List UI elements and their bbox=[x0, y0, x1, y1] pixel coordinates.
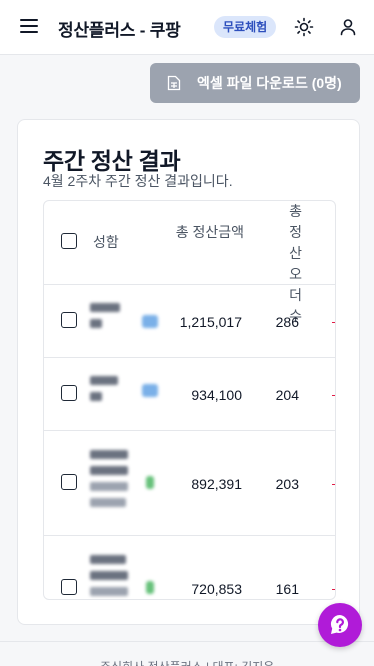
footer: 주식회사 정산플러스 | 대표: 김지윤 bbox=[0, 641, 374, 666]
row-checkbox[interactable] bbox=[61, 312, 77, 328]
blurred-icon bbox=[142, 315, 158, 328]
help-button[interactable] bbox=[318, 603, 362, 647]
negative-mark bbox=[332, 484, 335, 485]
row-checkbox[interactable] bbox=[61, 474, 77, 490]
row-checkbox[interactable] bbox=[61, 385, 77, 401]
weekly-settlement-card: 주간 정산 결과 4월 2주차 주간 정산 결과입니다. 성함 총 정산금액 총… bbox=[17, 119, 360, 625]
table-header: 성함 총 정산금액 총 정산 오더 수 bbox=[44, 201, 335, 324]
orders-cell: 203 bbox=[275, 476, 299, 492]
menu-icon[interactable] bbox=[20, 19, 38, 35]
help-icon bbox=[330, 615, 349, 634]
row-checkbox[interactable] bbox=[61, 579, 77, 595]
amount-cell: 934,100 bbox=[191, 387, 242, 403]
blurred-name bbox=[90, 450, 130, 514]
app-title: 정산플러스 - 쿠팡 bbox=[58, 21, 181, 40]
column-header-name: 성함 bbox=[93, 234, 119, 250]
settlement-table[interactable]: 성함 총 정산금액 총 정산 오더 수 1,215,017 286 934,10… bbox=[43, 200, 336, 600]
amount-cell: 720,853 bbox=[191, 581, 242, 597]
blurred-icon bbox=[146, 476, 154, 489]
blurred-name bbox=[90, 376, 130, 408]
table-row[interactable]: 720,853 161 bbox=[44, 536, 335, 599]
negative-mark bbox=[332, 589, 335, 590]
excel-download-label: 엑셀 파일 다운로드 (0명) bbox=[197, 75, 342, 91]
excel-download-button[interactable]: 엑셀 파일 다운로드 (0명) bbox=[150, 63, 360, 103]
orders-cell: 286 bbox=[275, 314, 299, 330]
negative-mark bbox=[332, 395, 335, 396]
amount-cell: 892,391 bbox=[191, 476, 242, 492]
orders-cell: 161 bbox=[275, 581, 299, 597]
negative-mark bbox=[332, 322, 335, 323]
table-row[interactable]: 1,215,017 286 bbox=[44, 285, 335, 358]
orders-cell: 204 bbox=[275, 387, 299, 403]
blurred-name bbox=[90, 303, 130, 335]
table-row[interactable]: 892,391 203 bbox=[44, 431, 335, 536]
column-header-amount: 총 정산금액 bbox=[175, 224, 244, 240]
blurred-icon bbox=[142, 384, 158, 397]
table-row[interactable]: 934,100 204 bbox=[44, 358, 335, 431]
free-trial-badge: 무료체험 bbox=[214, 16, 277, 38]
sun-icon[interactable] bbox=[292, 15, 316, 39]
card-subtitle: 4월 2주차 주간 정산 결과입니다. bbox=[43, 173, 233, 189]
top-navigation-bar: 정산플러스 - 쿠팡 무료체험 bbox=[0, 0, 374, 55]
blurred-icon bbox=[146, 581, 154, 594]
select-all-checkbox[interactable] bbox=[61, 233, 77, 249]
blurred-name bbox=[90, 555, 130, 599]
amount-cell: 1,215,017 bbox=[179, 314, 242, 330]
spreadsheet-icon bbox=[167, 75, 181, 91]
footer-company-info: 주식회사 정산플러스 | 대표: 김지윤 bbox=[100, 658, 274, 666]
user-icon[interactable] bbox=[336, 15, 360, 39]
